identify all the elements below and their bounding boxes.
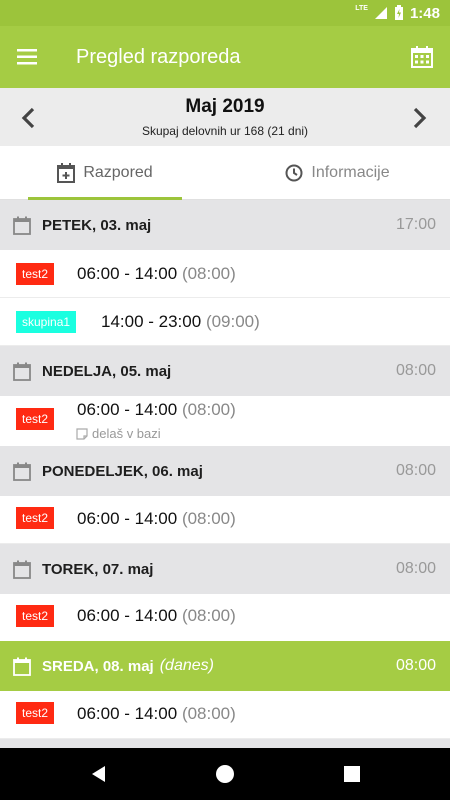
- tab-informacije[interactable]: Informacije: [225, 146, 450, 200]
- tab-informacije-label: Informacije: [311, 164, 390, 181]
- group-badge: skupina1: [16, 311, 77, 333]
- shift-time-range: 06:00 - 14:00: [77, 264, 178, 283]
- shift-row[interactable]: skupina1 14:00 - 23:00 (09:00): [0, 298, 450, 346]
- shift-time-range: 06:00 - 14:00: [77, 509, 178, 528]
- shift-time: 14:00 - 23:00 (09:00): [101, 312, 260, 332]
- shift-row[interactable]: test2 06:00 - 14:00 (08:00): [0, 594, 450, 642]
- day-total-hours: 08:00: [395, 657, 436, 674]
- next-month-button[interactable]: [402, 100, 438, 136]
- next-day-header-edge: [0, 739, 450, 748]
- day-label: PETEK, 03. maj: [42, 216, 152, 234]
- group-badge: test2: [16, 702, 55, 724]
- shift-row[interactable]: test2 06:00 - 14:00 (08:00): [0, 691, 450, 739]
- calendar-grid-icon: [411, 46, 433, 68]
- shift-time-range: 06:00 - 14:00: [77, 400, 178, 419]
- shift-row[interactable]: test2 06:00 - 14:00 (08:00): [0, 496, 450, 544]
- shift-note-text: delaš v bazi: [92, 426, 161, 441]
- day-total-hours: 08:00: [395, 362, 436, 379]
- group-badge: test2: [16, 263, 55, 285]
- day-total-hours: 08:00: [395, 560, 436, 577]
- shift-time: 06:00 - 14:00 (08:00): [77, 264, 236, 284]
- day-header-today: SREDA, 08. maj (danes) 08:00: [0, 641, 450, 691]
- calendar-icon: [13, 362, 31, 381]
- recents-button[interactable]: [340, 762, 364, 786]
- home-button[interactable]: [213, 762, 237, 786]
- day-label: TOREK, 07. maj: [42, 560, 154, 578]
- today-label: (danes): [159, 657, 214, 674]
- month-summary: Skupaj delovnih ur 168 (21 dni): [141, 124, 309, 138]
- tab-razpored-label: Razpored: [83, 164, 153, 181]
- shift-time: 06:00 - 14:00 (08:00): [77, 509, 236, 529]
- clock-time: 1:48: [409, 4, 440, 22]
- hamburger-menu-icon: [17, 49, 37, 65]
- shift-duration: (08:00): [181, 400, 236, 419]
- shift-duration: (08:00): [181, 704, 236, 723]
- calendar-icon: [13, 657, 31, 676]
- day-label: SREDA, 08. maj: [42, 657, 154, 675]
- shift-note: delaš v bazi: [76, 426, 161, 441]
- signal-icon: [374, 7, 387, 19]
- shift-time: 06:00 - 14:00 (08:00): [77, 606, 236, 626]
- group-badge: test2: [16, 408, 55, 430]
- note-icon: [76, 427, 88, 440]
- shift-duration: (09:00): [205, 312, 260, 331]
- shift-row[interactable]: test2 06:00 - 14:00 (08:00): [0, 250, 450, 298]
- clock-icon: [285, 164, 303, 182]
- calendar-add-icon: [57, 163, 76, 183]
- back-triangle-icon: [92, 766, 105, 782]
- shift-time-range: 06:00 - 14:00: [77, 704, 178, 723]
- shift-duration: (08:00): [181, 509, 236, 528]
- app-bar: Pregled razporeda: [0, 26, 450, 88]
- current-month: Maj 2019: [185, 96, 265, 117]
- system-navigation-bar: [0, 748, 450, 800]
- day-label: NEDELJA, 05. maj: [42, 362, 172, 380]
- day-header: NEDELJA, 05. maj 08:00: [0, 346, 450, 396]
- schedule-list[interactable]: PETEK, 03. maj 17:00 test2 06:00 - 14:00…: [0, 200, 450, 748]
- group-badge: test2: [16, 605, 55, 627]
- group-badge: test2: [16, 507, 55, 529]
- shift-time: 06:00 - 14:00 (08:00): [77, 704, 236, 724]
- page-title: Pregled razporeda: [76, 45, 241, 68]
- tab-bar: Razpored Informacije: [0, 146, 450, 200]
- day-header: TOREK, 07. maj 08:00: [0, 544, 450, 594]
- shift-time-range: 14:00 - 23:00: [101, 312, 202, 331]
- shift-duration: (08:00): [181, 264, 236, 283]
- status-bar: LTE 1:48: [0, 0, 450, 26]
- menu-button[interactable]: [0, 26, 56, 88]
- tab-razpored[interactable]: Razpored: [28, 146, 182, 200]
- calendar-button[interactable]: [394, 26, 450, 88]
- calendar-icon: [13, 560, 31, 579]
- calendar-icon: [13, 462, 31, 481]
- back-button[interactable]: [86, 762, 110, 786]
- day-header: PONEDELJEK, 06. maj 08:00: [0, 446, 450, 496]
- network-type: LTE: [355, 4, 368, 12]
- day-header: PETEK, 03. maj 17:00: [0, 200, 450, 250]
- month-navigator: Maj 2019 Skupaj delovnih ur 168 (21 dni): [0, 88, 450, 146]
- shift-time: 06:00 - 14:00 (08:00): [77, 400, 236, 420]
- day-label: PONEDELJEK, 06. maj: [42, 462, 203, 480]
- chevron-right-icon: [413, 107, 427, 129]
- recents-square-icon: [344, 766, 360, 782]
- day-total-hours: 17:00: [395, 216, 436, 233]
- home-circle-icon: [216, 765, 234, 783]
- shift-time-range: 06:00 - 14:00: [77, 606, 178, 625]
- day-total-hours: 08:00: [395, 462, 436, 479]
- battery-icon: [394, 5, 403, 20]
- calendar-icon: [13, 216, 31, 235]
- shift-duration: (08:00): [181, 606, 236, 625]
